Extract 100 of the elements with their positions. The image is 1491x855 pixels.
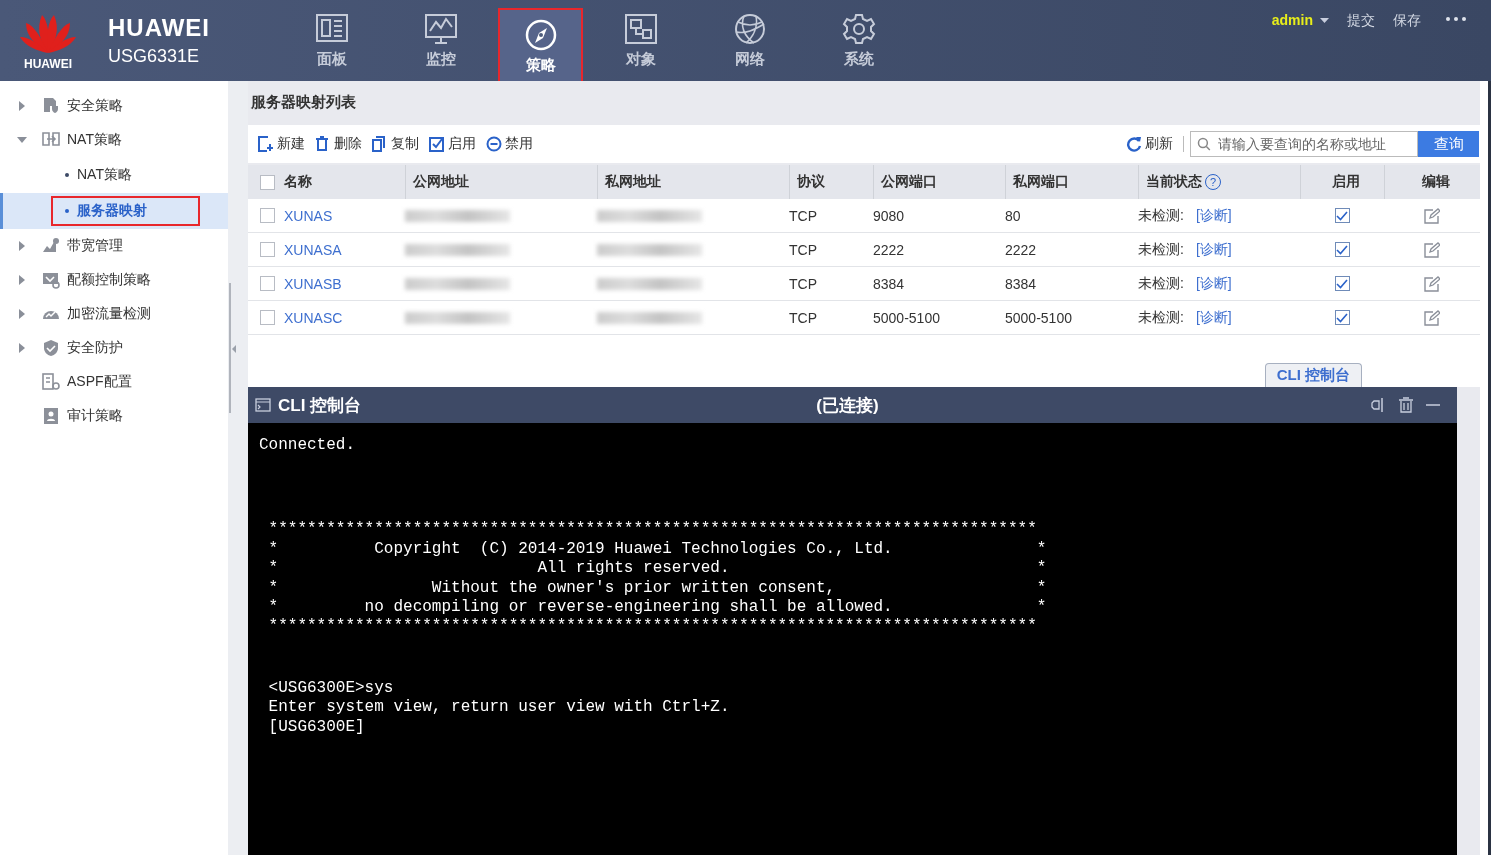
table-cell: 5000-5100 <box>1005 309 1072 326</box>
sidebar-item[interactable]: NAT策略 <box>67 131 122 149</box>
collapsed-arrow-icon[interactable] <box>17 275 27 285</box>
nav-tab[interactable]: 监控 <box>386 0 495 81</box>
search-field[interactable]: 请输入要查询的名称或地址 <box>1190 131 1418 157</box>
sidebar-item[interactable]: 安全策略 <box>67 97 123 115</box>
bullet-icon <box>65 173 69 177</box>
name-link[interactable]: XUNASB <box>284 275 342 292</box>
collapsed-arrow-icon[interactable] <box>17 309 27 319</box>
edit-icon[interactable] <box>1424 309 1440 326</box>
collapsed-arrow-icon[interactable] <box>17 101 27 111</box>
header-link[interactable]: 保存 <box>1393 12 1421 30</box>
sidebar-item[interactable]: 配额控制策略 <box>67 271 151 289</box>
screen-icon <box>42 271 60 289</box>
plug-icon[interactable] <box>1370 397 1386 413</box>
toolbar-button[interactable]: 删除 <box>315 135 362 153</box>
sidebar-subitem[interactable]: 服务器映射 <box>51 196 200 226</box>
sidebar-item[interactable]: 加密流量检测 <box>67 305 151 323</box>
header-link[interactable]: 提交 <box>1347 12 1375 30</box>
refresh-button[interactable]: 刷新 <box>1126 135 1173 153</box>
checkbox[interactable] <box>1334 310 1350 325</box>
nav-tab[interactable]: 系统 <box>804 0 913 81</box>
table-cell: 5000-5100 <box>873 309 940 326</box>
column-header[interactable]: 私网地址 <box>605 173 661 191</box>
diagnose-link[interactable]: [诊断] <box>1195 308 1232 327</box>
table-cell: TCP <box>789 241 817 258</box>
column-header[interactable]: 公网地址 <box>413 173 469 191</box>
collapsed-arrow-icon[interactable] <box>17 343 27 353</box>
refresh-icon <box>1126 136 1142 152</box>
user-menu[interactable]: admin <box>1271 12 1329 28</box>
column-header[interactable]: 协议 <box>797 173 825 191</box>
sidebar-item[interactable]: ASPF配置 <box>67 373 132 391</box>
status-text: 未检测: <box>1138 274 1184 293</box>
sidebar-item[interactable]: 带宽管理 <box>67 237 123 255</box>
terminal-line: <USG6300E>sys <box>267 678 395 699</box>
name-link[interactable]: XUNASC <box>284 309 343 326</box>
person-card-icon <box>42 407 60 425</box>
cli-tab[interactable]: CLI 控制台 <box>1264 363 1362 387</box>
checkbox[interactable] <box>260 174 275 190</box>
connection-status: (已连接) <box>816 394 879 417</box>
sidebar-item[interactable]: 审计策略 <box>67 407 123 425</box>
checkbox[interactable] <box>1334 208 1350 223</box>
checkbox[interactable] <box>260 242 275 257</box>
terminal-line: [USG6300E] <box>267 717 366 738</box>
table-cell: 2222 <box>873 241 905 258</box>
search-button[interactable]: 查询 <box>1418 131 1479 157</box>
checkbox[interactable] <box>1334 242 1350 257</box>
edit-icon[interactable] <box>1424 275 1440 292</box>
new-icon <box>258 136 274 152</box>
sidebar-subitem[interactable]: NAT策略 <box>51 160 146 190</box>
toolbar-button[interactable]: 启用 <box>429 135 476 153</box>
terminal-line: * no decompiling or reverse-engineering shall be allowed. * <box>267 598 1048 618</box>
name-link[interactable]: XUNASA <box>284 241 342 258</box>
terminal-line: ******************************************************************************** <box>267 617 1038 637</box>
terminal-line: * Without the owner's prior written consent, * <box>267 578 1048 599</box>
checkbox[interactable] <box>1334 276 1350 291</box>
edit-icon[interactable] <box>1424 207 1440 224</box>
console-icon <box>255 398 271 412</box>
monitor-icon <box>422 12 459 46</box>
toolbar-button[interactable]: 复制 <box>372 135 419 153</box>
checkbox[interactable] <box>260 310 275 325</box>
splitter-handle[interactable] <box>229 283 237 413</box>
name-link[interactable]: XUNAS <box>284 207 333 224</box>
trash-icon <box>315 136 331 152</box>
toolbar-button[interactable]: 禁用 <box>486 135 533 153</box>
column-header[interactable]: 启用 <box>1332 173 1360 191</box>
copy-icon <box>372 136 388 152</box>
checkbox[interactable] <box>260 208 275 223</box>
terminal-line: ******************************************************************************** <box>267 520 1038 540</box>
nav-tab[interactable]: 对象 <box>586 0 695 81</box>
terminal-line: Enter system view, return user view with Ctrl+Z. <box>267 698 731 718</box>
column-header[interactable]: 私网端口 <box>1013 173 1069 191</box>
edit-icon[interactable] <box>1424 241 1440 258</box>
column-header[interactable]: 公网端口 <box>881 173 937 191</box>
collapsed-arrow-icon[interactable] <box>17 241 27 251</box>
nav-tab[interactable]: 策略 <box>498 8 583 84</box>
console-title: CLI 控制台 <box>278 394 362 417</box>
chart-icon <box>42 237 60 255</box>
column-header[interactable]: 当前状态 <box>1146 173 1202 191</box>
diagnose-link[interactable]: [诊断] <box>1195 206 1232 225</box>
checkbox-icon <box>429 136 445 152</box>
column-header[interactable]: 编辑 <box>1422 173 1450 191</box>
table-cell: TCP <box>789 309 817 326</box>
nav-tab[interactable]: 面板 <box>277 0 386 81</box>
sidebar-item[interactable]: 安全防护 <box>67 339 123 357</box>
document-shield-icon <box>42 97 60 115</box>
toolbar-button[interactable]: 新建 <box>258 135 305 153</box>
column-header[interactable]: 名称 <box>284 173 312 191</box>
settings-icon <box>840 12 877 46</box>
terminal-line: * Copyright (C) 2014-2019 Huawei Technologies Co., Ltd. * <box>267 539 1048 560</box>
checkbox[interactable] <box>260 276 275 291</box>
table-cell: 2222 <box>1005 241 1037 258</box>
trash-icon[interactable] <box>1398 397 1414 413</box>
diagnose-link[interactable]: [诊断] <box>1195 274 1232 293</box>
nav-tab[interactable]: 网络 <box>695 0 804 81</box>
more-icon[interactable] <box>1445 16 1467 22</box>
minus-circle-icon <box>486 136 502 152</box>
table-cell: TCP <box>789 275 817 292</box>
diagnose-link[interactable]: [诊断] <box>1195 240 1232 259</box>
expanded-arrow-icon[interactable] <box>17 135 27 145</box>
